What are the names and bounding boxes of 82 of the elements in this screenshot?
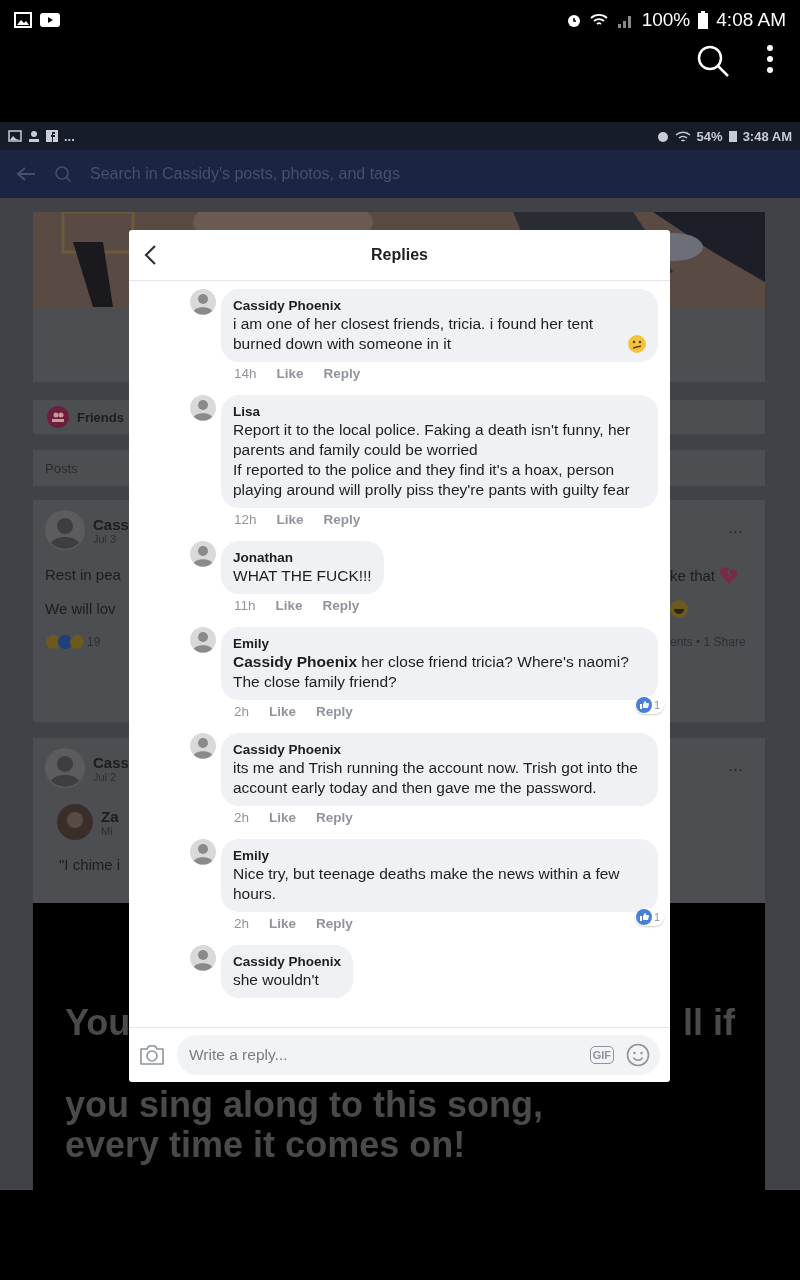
comment-time: 2h — [234, 810, 250, 825]
comment-text: she wouldn't — [233, 970, 319, 990]
comment-time: 2h — [234, 704, 250, 719]
reaction-badge[interactable]: 1 — [634, 908, 664, 926]
like-icon — [635, 909, 652, 925]
comment-time: 2h — [234, 916, 250, 931]
gif-button[interactable]: GIF — [589, 1046, 614, 1064]
video-caption: You — [65, 1003, 131, 1043]
wifi-icon — [674, 130, 691, 142]
reply-link[interactable]: Reply — [316, 810, 353, 825]
comment-text: its me and Trish running the account now. Trish got into the account early today and then gave me the password. — [233, 758, 639, 798]
reactions-icon — [45, 634, 85, 650]
video-caption: ll if — [683, 1003, 736, 1043]
confused-emoji-icon — [628, 335, 646, 353]
avatar-icon — [190, 627, 216, 653]
reply-link[interactable]: Reply — [323, 366, 361, 381]
comment-text: Nice try, but teenage deaths make the news within a few hours. — [233, 864, 621, 904]
broken-heart-icon — [719, 566, 740, 584]
commenter-name[interactable]: Emily — [233, 636, 270, 651]
like-link[interactable]: Like — [276, 512, 304, 527]
like-link[interactable]: Like — [269, 916, 297, 931]
reply-link[interactable]: Reply — [322, 598, 360, 613]
commenter-name[interactable]: Cassidy Phoenix — [233, 954, 342, 969]
battery-icon — [698, 11, 709, 29]
like-link[interactable]: Like — [269, 704, 297, 719]
video-caption: you sing along to this song, — [65, 1085, 544, 1125]
comment-time: 11h — [234, 598, 256, 613]
menu-icon[interactable] — [766, 44, 774, 74]
alarm-icon — [565, 12, 582, 28]
search-icon[interactable] — [696, 44, 730, 78]
wifi-icon — [589, 12, 608, 28]
clock: 4:08 AM — [716, 9, 786, 31]
comment-text: i am one of her closest friends, tricia. i found her tent burned down with someone in it — [233, 314, 595, 354]
avatar-icon — [45, 748, 85, 788]
avatar-icon — [190, 289, 216, 315]
camera-icon[interactable] — [139, 1044, 165, 1066]
comment-text: WHAT THE FUCK!!! — [233, 566, 372, 586]
avatar-icon — [45, 510, 85, 550]
avatar-icon — [190, 541, 216, 567]
reply-link[interactable]: Reply — [323, 512, 361, 527]
alarm-icon — [656, 130, 669, 142]
avatar-icon — [57, 804, 93, 840]
battery-icon — [728, 130, 737, 142]
battery-percent: 54% — [696, 128, 723, 144]
like-link[interactable]: Like — [275, 598, 303, 613]
back-chevron-icon[interactable] — [143, 244, 157, 266]
battery-percent: 100% — [641, 9, 691, 31]
comment-time: 14h — [234, 366, 257, 381]
more-notifications: ... — [64, 128, 75, 144]
comment-time: 12h — [234, 512, 257, 527]
avatar-icon — [190, 945, 216, 971]
friends-icon — [47, 406, 69, 428]
like-link[interactable]: Like — [269, 810, 297, 825]
video-caption: every time it comes on! — [65, 1125, 466, 1165]
commenter-name[interactable]: Cassidy Phoenix — [233, 742, 342, 757]
like-link[interactable]: Like — [276, 366, 304, 381]
avatar-icon — [190, 395, 216, 421]
avatar-icon — [190, 839, 216, 865]
commenter-name[interactable]: Emily — [233, 848, 270, 863]
dialog-title: Replies — [371, 246, 428, 264]
laughing-emoji-icon — [670, 600, 688, 618]
comment-text: Report it to the local police. Faking a death isn't funny, her parents and family could be worried If reported to the police and they find it's a hoax, person playing around will prolly piss they're pants with guilty fear — [233, 420, 632, 500]
smiley-icon[interactable] — [626, 1043, 650, 1067]
post-options[interactable]: ··· — [728, 759, 743, 777]
gallery-icon — [14, 12, 32, 28]
comment-text: Cassidy Phoenix her close friend tricia? Where's naomi? The close family friend? — [233, 652, 630, 692]
commenter-name[interactable]: Lisa — [233, 404, 260, 419]
reply-link[interactable]: Reply — [316, 704, 353, 719]
search-icon — [54, 165, 72, 183]
like-icon — [635, 697, 652, 713]
post-options[interactable]: ··· — [728, 521, 743, 539]
commenter-name[interactable]: Cassidy Phoenix — [233, 298, 342, 313]
facebook-icon — [46, 130, 58, 142]
reply-link[interactable]: Reply — [316, 916, 353, 931]
reaction-badge[interactable]: 1 — [634, 696, 664, 714]
clock: 3:48 AM — [742, 128, 792, 144]
avatar-icon — [190, 733, 216, 759]
reply-field[interactable]: Write a reply... GIF — [177, 1035, 660, 1075]
video-app-icon — [40, 13, 60, 27]
gallery-icon — [8, 130, 22, 142]
person-icon — [28, 130, 40, 142]
commenter-name[interactable]: Jonathan — [233, 550, 293, 565]
